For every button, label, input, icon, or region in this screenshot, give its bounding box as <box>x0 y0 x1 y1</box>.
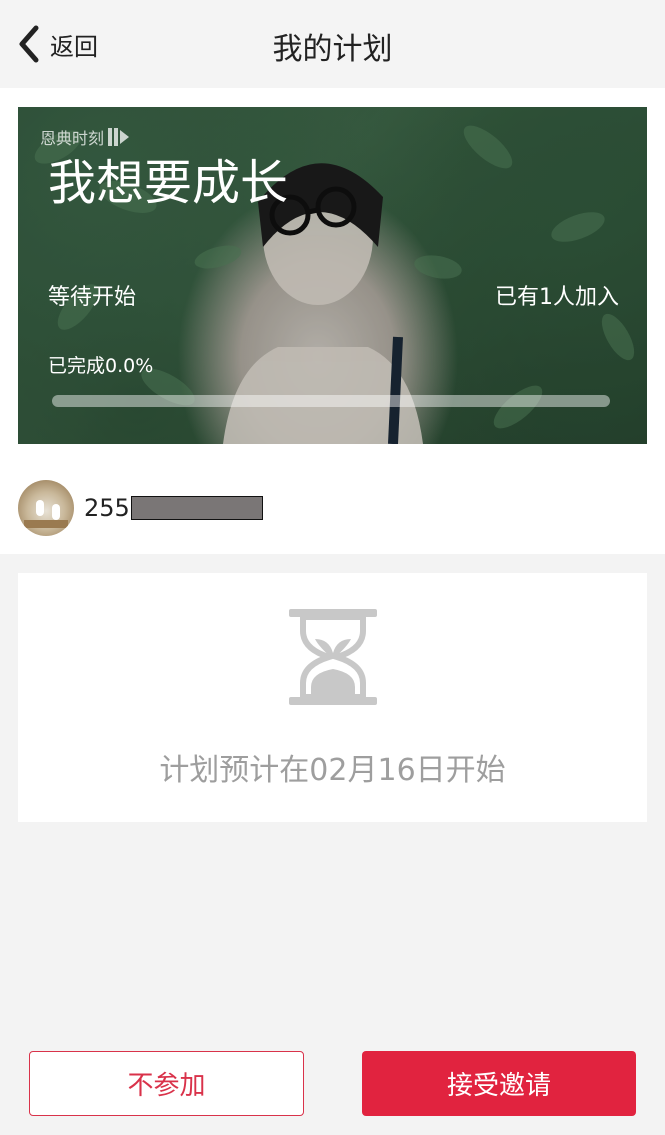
progress-bar <box>52 395 610 407</box>
inviter-row[interactable]: 255 <box>18 480 263 536</box>
hourglass-icon <box>289 609 377 705</box>
start-date-text: 计划预计在02月16日开始 <box>159 753 506 788</box>
decline-button[interactable]: 不参加 <box>29 1051 304 1116</box>
avatar <box>18 480 74 536</box>
username: 255 <box>84 494 263 522</box>
header-bar: 返回 我的计划 <box>0 0 665 88</box>
username-visible-part: 255 <box>84 494 130 522</box>
redacted-block <box>130 496 263 520</box>
accept-invite-button[interactable]: 接受邀请 <box>362 1051 636 1116</box>
plan-name: 我想要成长 <box>48 155 289 211</box>
plan-banner[interactable]: 恩典时刻 我想要成长 等待开始 已有1人加入 已完成0.0% <box>18 107 647 444</box>
plan-summary-panel: 恩典时刻 我想要成长 等待开始 已有1人加入 已完成0.0% 255 <box>0 88 665 554</box>
progress-label: 已完成0.0% <box>48 355 154 377</box>
plan-status: 等待开始 <box>48 285 137 310</box>
start-info-card: 计划预计在02月16日开始 <box>18 573 647 822</box>
participants-count: 已有1人加入 <box>495 285 619 310</box>
page-title: 我的计划 <box>272 32 393 67</box>
